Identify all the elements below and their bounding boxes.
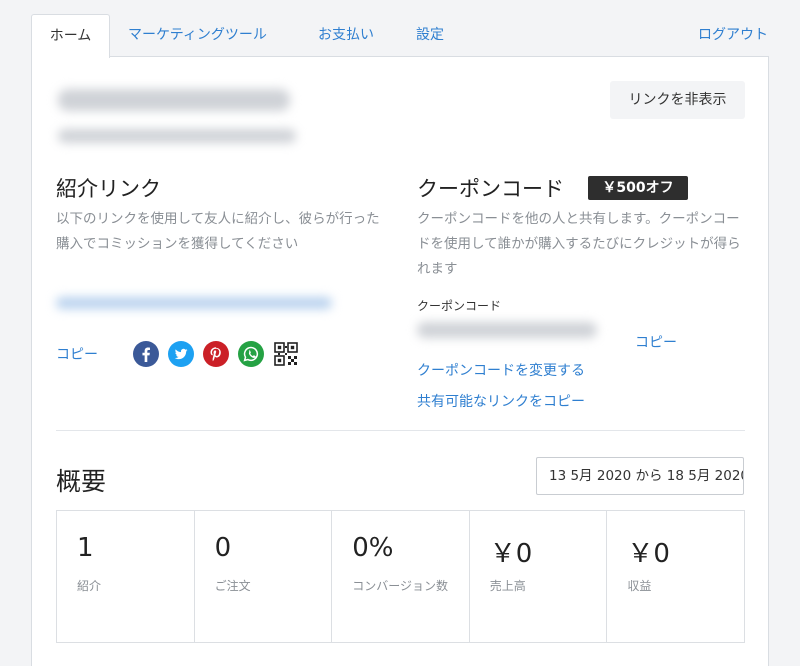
stat-orders: 0 ご注文 [195, 511, 333, 642]
stat-referrals: 1 紹介 [57, 511, 195, 642]
stat-value: 0 [214, 533, 232, 563]
stat-label: ご注文 [214, 579, 251, 593]
user-email-redacted [58, 129, 296, 143]
change-coupon-link[interactable]: クーポンコードを変更する [417, 360, 585, 380]
overview-title: 概要 [56, 467, 107, 496]
whatsapp-icon[interactable] [238, 341, 264, 367]
referral-copy-link[interactable]: コピー [56, 344, 98, 364]
coupon-code-redacted [417, 322, 597, 338]
copy-shareable-link[interactable]: 共有可能なリンクをコピー [417, 391, 585, 411]
coupon-copy-link[interactable]: コピー [635, 332, 677, 352]
logout-link[interactable]: ログアウト [698, 24, 768, 44]
stat-label: 紹介 [77, 579, 102, 593]
stat-sales: ￥0 売上高 [470, 511, 608, 642]
stat-value: 0% [352, 533, 394, 563]
stat-earnings: ￥0 収益 [607, 511, 744, 642]
coupon-discount-badge: ￥500オフ [588, 176, 688, 200]
date-range-input[interactable]: 13 5月 2020 から 18 5月 2020 [536, 457, 744, 495]
coupon-code-label: クーポンコード [417, 299, 502, 313]
coupon-description: クーポンコードを他の人と共有します。クーポンコードを使用して誰かが購入するたびに… [417, 211, 741, 277]
coupon-title: クーポンコード [417, 177, 564, 201]
section-divider [56, 430, 745, 431]
pinterest-icon[interactable] [203, 341, 229, 367]
tab-marketing-tools[interactable]: マーケティングツール [128, 14, 267, 57]
stat-value: ￥0 [489, 539, 533, 569]
tab-home[interactable]: ホーム [31, 14, 110, 58]
stat-value: 1 [77, 533, 94, 563]
tab-settings[interactable]: 設定 [416, 14, 444, 57]
main-card: リンクを非表示 紹介リンク 以下のリンクを使用して友人に紹介し、彼らが行った購入… [31, 56, 769, 666]
stat-label: 収益 [627, 579, 652, 593]
hide-link-button[interactable]: リンクを非表示 [610, 81, 745, 119]
user-name-redacted [58, 89, 290, 111]
stat-value: ￥0 [627, 539, 670, 569]
top-nav: ホーム マーケティングツール お支払い 設定 ログアウト [0, 0, 800, 58]
referral-title: 紹介リンク [56, 177, 161, 201]
stat-label: コンバージョン数 [352, 579, 448, 593]
referral-description: 以下のリンクを使用して友人に紹介し、彼らが行った購入でコミッションを獲得してくだ… [56, 211, 380, 252]
tab-payments[interactable]: お支払い [318, 14, 374, 57]
twitter-icon[interactable] [168, 341, 194, 367]
facebook-icon[interactable] [133, 341, 159, 367]
qr-code-icon[interactable] [273, 341, 299, 367]
stats-panel: 1 紹介 0 ご注文 0% コンバージョン数 ￥0 売上高 ￥0 収益 [56, 510, 745, 643]
stat-conversions: 0% コンバージョン数 [332, 511, 470, 642]
referral-url-redacted[interactable] [56, 297, 332, 309]
stat-label: 売上高 [489, 579, 526, 593]
